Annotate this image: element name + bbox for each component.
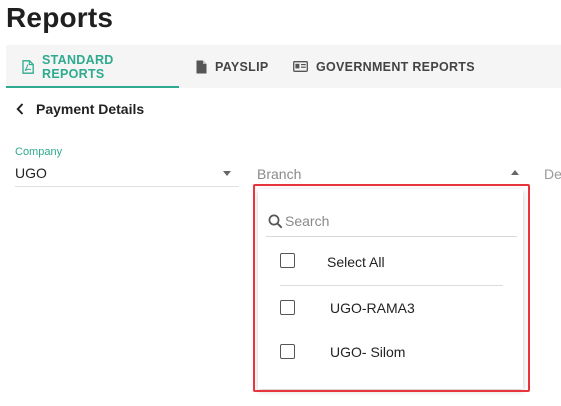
select-all-checkbox[interactable] <box>280 253 295 268</box>
tab-label: GOVERNMENT REPORTS <box>316 59 475 74</box>
report-tabs: STANDARD REPORTS PAYSLIP GOVERNMENT REPO… <box>6 45 561 88</box>
tab-standard-reports[interactable]: STANDARD REPORTS <box>6 45 179 88</box>
search-underline <box>266 236 517 237</box>
caret-up-icon[interactable] <box>511 170 519 175</box>
third-filter-select[interactable]: De <box>544 166 561 182</box>
option-label-ugo-rama3[interactable]: UGO-RAMA3 <box>330 300 415 316</box>
search-input[interactable] <box>285 213 515 229</box>
option-checkbox-ugo-rama3[interactable] <box>280 300 295 315</box>
document-icon <box>196 60 207 74</box>
branch-select[interactable]: Branch <box>257 166 301 182</box>
divider <box>280 285 503 286</box>
chevron-left-icon <box>16 103 24 115</box>
option-label-ugo-silom[interactable]: UGO- Silom <box>330 344 405 360</box>
pdf-file-icon <box>22 59 34 74</box>
tab-government-reports[interactable]: GOVERNMENT REPORTS <box>293 45 475 88</box>
back-link[interactable]: Payment Details <box>16 101 144 117</box>
company-underline <box>15 186 239 187</box>
search-icon <box>268 214 283 234</box>
tab-label: STANDARD REPORTS <box>42 52 114 81</box>
select-all-label[interactable]: Select All <box>327 254 385 270</box>
company-select[interactable]: UGO <box>15 165 47 181</box>
tab-payslip[interactable]: PAYSLIP <box>196 45 269 88</box>
option-checkbox-ugo-silom[interactable] <box>280 344 295 359</box>
section-title: Payment Details <box>36 101 145 117</box>
page-title: Reports <box>6 2 114 33</box>
caret-down-icon[interactable] <box>223 171 231 176</box>
id-card-icon <box>293 61 308 72</box>
tab-label: PAYSLIP <box>215 59 269 74</box>
company-label: Company <box>15 146 63 158</box>
